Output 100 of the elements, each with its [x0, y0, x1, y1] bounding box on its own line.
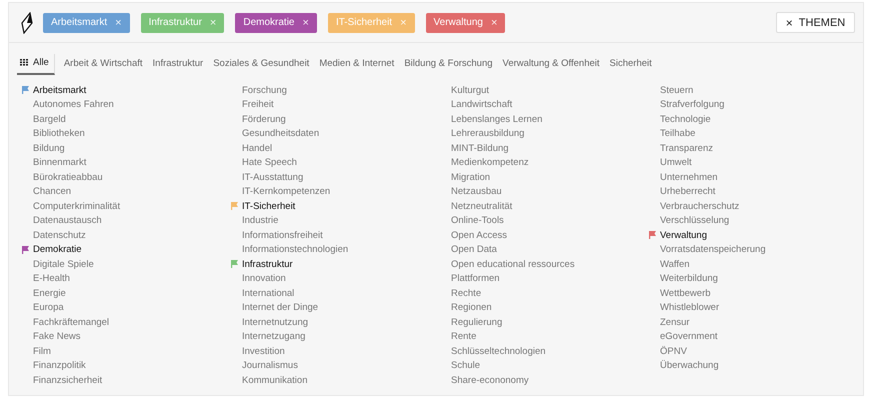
close-icon[interactable]: ×	[115, 16, 122, 28]
topic-link[interactable]: Rente	[451, 331, 476, 342]
topic-link[interactable]: Internetzugang	[242, 331, 306, 342]
category-tab[interactable]: Sicherheit	[604, 55, 657, 74]
topic-link[interactable]: Netzausbau	[451, 186, 502, 198]
topic-link[interactable]: MINT-Bildung	[451, 142, 509, 154]
category-tab[interactable]: Medien & Internet	[314, 55, 400, 74]
topic-link[interactable]: Handel	[242, 142, 272, 154]
topic-link[interactable]: Bildung	[33, 142, 65, 154]
category-tab[interactable]: Infrastruktur	[148, 55, 208, 74]
topic-link[interactable]: Arbeitsmarkt	[33, 84, 86, 96]
topic-link[interactable]: Verschlüsselung	[660, 215, 730, 226]
topic-link[interactable]: Online-Tools	[451, 215, 504, 226]
category-tab[interactable]: Soziales & Gesundheit	[208, 55, 314, 74]
topic-link[interactable]: Internetnutzung	[242, 316, 308, 328]
topic-link[interactable]: E-Health	[33, 273, 70, 284]
topic-link[interactable]: eGovernment	[660, 331, 718, 342]
topic-link[interactable]: Teilhabe	[660, 128, 696, 140]
topic-link[interactable]: Regulierung	[451, 316, 502, 328]
topic-link[interactable]: IT-Kernkompetenzen	[242, 186, 330, 198]
topic-link[interactable]: Film	[33, 346, 51, 357]
topic-link[interactable]: Binnenmarkt	[33, 157, 86, 168]
topic-link[interactable]: Industrie	[242, 215, 278, 226]
topic-link[interactable]: Überwachung	[660, 360, 719, 372]
topic-tag[interactable]: Infrastruktur ×	[140, 12, 224, 32]
topic-link[interactable]: Bargeld	[33, 114, 66, 125]
topic-link[interactable]: Verbraucherschutz	[660, 200, 740, 212]
topic-link[interactable]: Hate Speech	[242, 157, 297, 168]
topic-link[interactable]: Computerkriminalität	[33, 200, 120, 212]
topic-link[interactable]: Finanzsicherheit	[33, 374, 102, 386]
topic-link[interactable]: Förderung	[242, 114, 286, 125]
category-tab[interactable]: Arbeit & Wirtschaft	[58, 55, 148, 74]
topic-link[interactable]: Kommunikation	[242, 374, 308, 386]
topic-link[interactable]: Freiheit	[242, 99, 274, 110]
topic-link[interactable]: Journalismus	[242, 360, 298, 372]
topic-link[interactable]: Fachkräftemangel	[33, 316, 110, 328]
topic-link[interactable]: Verwaltung	[660, 230, 708, 241]
topic-link[interactable]: Weiterbildung	[660, 273, 718, 284]
topic-link[interactable]: Landwirtschaft	[451, 99, 512, 110]
topic-link[interactable]: Gesundheitsdaten	[242, 128, 320, 140]
topic-link[interactable]: Energie	[33, 288, 66, 299]
topic-link[interactable]: Plattformen	[451, 273, 500, 284]
topic-link[interactable]: Transparenz	[660, 142, 713, 154]
topic-link[interactable]: Urheberrecht	[660, 186, 716, 198]
topic-link[interactable]: Bürokratieabbau	[33, 172, 103, 183]
category-tab[interactable]: Verwaltung & Offenheit	[498, 55, 605, 74]
topic-link[interactable]: Europa	[33, 302, 64, 314]
topic-link[interactable]: Open Access	[451, 230, 507, 241]
topic-link[interactable]: Demokratie	[33, 244, 82, 256]
topic-link[interactable]: Technologie	[660, 114, 711, 125]
topic-tag[interactable]: Verwaltung ×	[426, 12, 506, 32]
topic-link[interactable]: ÖPNV	[660, 346, 687, 357]
grid-icon	[20, 59, 28, 66]
topic-link[interactable]: Open educational ressources	[451, 258, 575, 270]
topic-link[interactable]: Schlüsseltechnologien	[451, 346, 546, 357]
topic-link[interactable]: Datenschutz	[33, 230, 86, 241]
close-icon[interactable]: ×	[302, 16, 309, 28]
topic-tag[interactable]: Demokratie ×	[235, 12, 317, 32]
topic-link[interactable]: Kulturgut	[451, 84, 490, 96]
topic-link[interactable]: Finanzpolitik	[33, 360, 86, 372]
topic-link[interactable]: Lebenslanges Lernen	[451, 114, 542, 125]
topic-link[interactable]: Open Data	[451, 244, 497, 256]
topic-link[interactable]: Infrastruktur	[242, 258, 293, 270]
topic-link[interactable]: Strafverfolgung	[660, 99, 724, 110]
topic-link[interactable]: Waffen	[660, 258, 690, 270]
topic-link[interactable]: IT-Sicherheit	[242, 200, 296, 212]
topic-link[interactable]: Medienkompetenz	[451, 157, 529, 168]
topic-link[interactable]: Datenaustausch	[33, 215, 102, 226]
topic-link[interactable]: Informationsfreiheit	[242, 230, 323, 241]
topic-link[interactable]: Steuern	[660, 84, 694, 96]
topic-link[interactable]: International	[242, 288, 294, 299]
themes-button[interactable]: × THEMEN	[776, 12, 855, 33]
topic-link[interactable]: Regionen	[451, 302, 492, 314]
topic-link[interactable]: Share-econonomy	[451, 374, 529, 386]
close-icon[interactable]: ×	[491, 16, 498, 28]
topic-link[interactable]: IT-Ausstattung	[242, 172, 304, 183]
topic-link[interactable]: Umwelt	[660, 157, 692, 168]
topic-link[interactable]: Migration	[451, 172, 490, 183]
topic-link[interactable]: Autonomes Fahren	[33, 99, 114, 110]
topic-link[interactable]: Bibliotheken	[33, 128, 85, 140]
topic-tag[interactable]: Arbeitsmarkt ×	[43, 12, 130, 32]
topic-link[interactable]: Informationstechnologien	[242, 244, 348, 256]
topic-link[interactable]: Digitale Spiele	[33, 258, 94, 270]
topic-link[interactable]: Vorratsdatenspeicherung	[660, 244, 766, 256]
topic-link[interactable]: Forschung	[242, 84, 287, 96]
topic-link[interactable]: Fake News	[33, 331, 81, 342]
topic-link[interactable]: Investition	[242, 346, 285, 357]
topic-link[interactable]: Schule	[451, 360, 480, 372]
category-tab[interactable]: Bildung & Forschung	[399, 55, 498, 74]
topic-link[interactable]: Wettbewerb	[660, 288, 711, 299]
topic-link[interactable]: Rechte	[451, 288, 482, 299]
topic-link[interactable]: Innovation	[242, 273, 286, 284]
topic-link[interactable]: Internet der Dinge	[242, 302, 318, 314]
category-tab[interactable]: Alle	[17, 54, 55, 75]
topic-link[interactable]: Chancen	[33, 186, 72, 198]
topic-link[interactable]: Whistleblower	[660, 302, 720, 314]
topic-link[interactable]: Netzneutralität	[451, 200, 512, 212]
topic-link[interactable]: Lehrerausbildung	[451, 128, 524, 140]
topic-link[interactable]: Unternehmen	[660, 172, 718, 183]
topic-link[interactable]: Zensur	[660, 316, 690, 328]
